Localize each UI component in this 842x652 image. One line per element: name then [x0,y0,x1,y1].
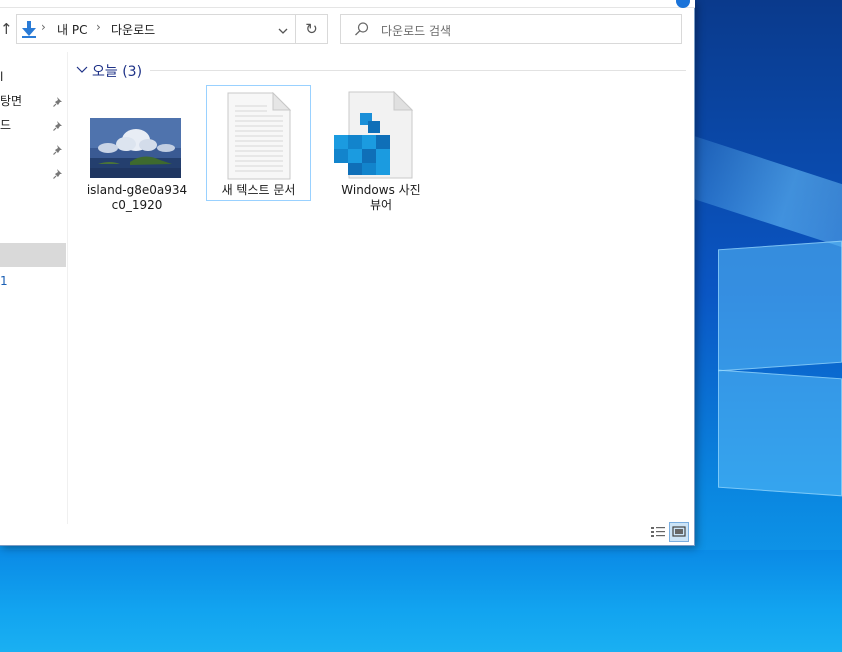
image-thumbnail [90,118,181,178]
window-top-strip [0,0,695,8]
breadcrumb-separator: › [96,20,101,34]
island-photo-icon [90,118,181,178]
pin-icon [53,97,62,107]
chevron-down-icon [76,66,88,73]
text-document-icon [227,92,291,180]
file-name: Windows 사진 [341,183,421,197]
chevron-down-icon[interactable] [278,26,288,36]
large-icons-view-button[interactable] [669,522,689,542]
search-icon [355,22,369,36]
nav-item-label: 드 [0,118,12,132]
file-name-line2: c0_1920 [111,198,163,212]
file-name: 새 텍스트 문서 [221,183,296,197]
breadcrumb-this-pc[interactable]: 내 PC [57,21,87,38]
details-view-button[interactable] [648,522,668,542]
nav-item-label: 탕면 [0,94,23,108]
pin-icon [53,145,62,155]
pin-icon [53,169,62,179]
breadcrumb-downloads[interactable]: 다운로드 [111,21,155,38]
pin-icon [53,121,62,131]
details-view-icon [651,527,665,537]
address-row: ↑ › 내 PC › 다운로드 ↻ 다운로드 검색 [0,14,695,44]
wallpaper-logo-pane [718,240,842,372]
large-icons-view-icon [672,526,686,537]
navigation-pane: l 탕면 드 1 [0,52,68,524]
nav-item-selected[interactable] [0,243,66,267]
search-input[interactable]: 다운로드 검색 [340,14,682,44]
address-bar[interactable]: › 내 PC › 다운로드 [16,14,296,44]
refresh-icon: ↻ [305,20,318,38]
file-name-line2: 뷰어 [369,198,393,212]
up-arrow-icon[interactable]: ↑ [0,18,13,40]
wallpaper-glow [0,550,842,652]
search-placeholder: 다운로드 검색 [381,24,452,38]
breadcrumb-separator: › [41,20,46,34]
nav-item-label: l [0,70,4,84]
group-header-label: 오늘 (3) [92,64,143,80]
file-item[interactable]: Windows 사진 뷰어 [328,85,434,212]
file-name: island-g8e0a934 [86,183,188,197]
refresh-button[interactable]: ↻ [296,14,328,44]
nav-item-link[interactable]: 1 [0,274,8,288]
file-explorer-window: ↑ › 내 PC › 다운로드 ↻ 다운로드 검색 l 탕면 드 1 오늘 (3… [0,0,695,546]
file-item[interactable]: island-g8e0a934 c0_1920 [84,85,190,212]
nav-item[interactable]: l [0,66,3,88]
registry-file-icon [334,91,414,179]
file-item[interactable]: 새 텍스트 문서 [206,85,311,201]
wallpaper-logo-pane [718,369,842,497]
group-divider [150,70,686,71]
download-icon [22,21,36,38]
